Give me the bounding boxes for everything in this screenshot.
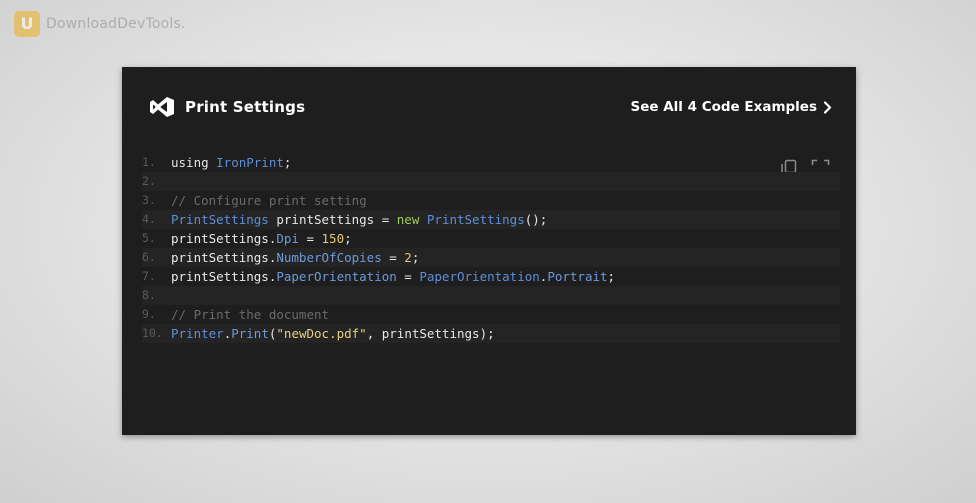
line-number: 10. <box>142 326 163 340</box>
code-token: , printSettings); <box>366 326 495 341</box>
code-token: using <box>171 155 217 170</box>
code-line: 7. printSettings.PaperOrientation = Paper… <box>142 267 840 286</box>
code-line: 1. using IronPrint; <box>142 153 840 172</box>
code-token: = <box>381 250 405 265</box>
line-number: 8. <box>142 288 156 302</box>
code-token: (); <box>524 212 548 227</box>
code-token: ; <box>607 269 616 284</box>
card-title-group: Print Settings <box>149 96 305 118</box>
code-token: IronPrint <box>216 155 284 170</box>
code-line: 4. PrintSettings printSettings = new Prin… <box>142 210 840 229</box>
code-token: Print <box>231 326 269 341</box>
see-all-examples-label: See All 4 Code Examples <box>630 99 817 115</box>
line-number: 6. <box>142 250 156 264</box>
code-token: printSettings. <box>171 250 277 265</box>
code-token: Portrait <box>547 269 608 284</box>
code-text: Printer.Print("newDoc.pdf", printSetting… <box>171 324 495 343</box>
code-token: PaperOrientation <box>419 269 540 284</box>
chevron-right-icon <box>823 100 832 114</box>
code-text: using IronPrint; <box>171 153 291 172</box>
watermark: U DownloadDevTools. <box>14 11 186 37</box>
code-token: ; <box>344 231 352 246</box>
code-token: NumberOfCopies <box>276 250 382 265</box>
visual-studio-icon <box>149 96 175 118</box>
code-line: 2. <box>142 172 840 191</box>
code-text: printSettings.NumberOfCopies = 2; <box>171 248 419 267</box>
code-line: 3. // Configure print setting <box>142 191 840 210</box>
line-number: 1. <box>142 155 156 169</box>
see-all-examples-link[interactable]: See All 4 Code Examples <box>630 99 832 115</box>
code-text: PrintSettings printSettings = new PrintS… <box>171 210 547 229</box>
code-token: 150 <box>321 231 345 246</box>
card-title: Print Settings <box>185 98 306 116</box>
code-token: new <box>396 212 420 227</box>
code-token: printSettings = <box>268 212 397 227</box>
code-token: PaperOrientation <box>276 269 397 284</box>
code-text: // Configure print setting <box>171 191 367 210</box>
line-number: 3. <box>142 193 156 207</box>
line-number: 2. <box>142 174 156 188</box>
code-token: "newDoc.pdf" <box>276 326 367 341</box>
line-number: 5. <box>142 231 156 245</box>
code-token: ; <box>411 250 420 265</box>
code-token: printSettings. <box>171 231 277 246</box>
code-text: printSettings.PaperOrientation = PaperOr… <box>171 267 615 286</box>
line-number: 7. <box>142 269 156 283</box>
code-text: printSettings.Dpi = 150; <box>171 229 352 248</box>
code-token: 2 <box>404 250 412 265</box>
code-line: 5. printSettings.Dpi = 150; <box>142 229 840 248</box>
code-token: = <box>298 231 322 246</box>
code-line: 9. // Print the document <box>142 305 840 324</box>
code-token: // Configure print setting <box>171 193 367 208</box>
code-token: // Print the document <box>171 307 330 322</box>
card-header: Print Settings See All 4 Code Examples <box>149 94 832 120</box>
code-token: PrintSettings <box>426 212 525 227</box>
code-token: printSettings. <box>171 269 277 284</box>
code-token: Dpi <box>276 231 299 246</box>
code-token: ; <box>283 155 292 170</box>
code-block: 1. using IronPrint; 2. 3. // Configure print… <box>142 153 840 343</box>
code-text: // Print the document <box>171 305 329 324</box>
code-token: = <box>396 269 420 284</box>
code-line: 10. Printer.Print("newDoc.pdf", printSett… <box>142 324 840 343</box>
code-token: PrintSettings <box>171 212 269 227</box>
code-example-card: Print Settings See All 4 Code Examples 1… <box>122 67 856 435</box>
code-line: 8. <box>142 286 840 305</box>
code-line: 6. printSettings.NumberOfCopies = 2; <box>142 248 840 267</box>
watermark-logo: U <box>14 11 40 37</box>
line-number: 9. <box>142 307 156 321</box>
line-number: 4. <box>142 212 156 226</box>
code-token: Printer <box>171 326 224 341</box>
watermark-text: DownloadDevTools. <box>46 16 186 32</box>
